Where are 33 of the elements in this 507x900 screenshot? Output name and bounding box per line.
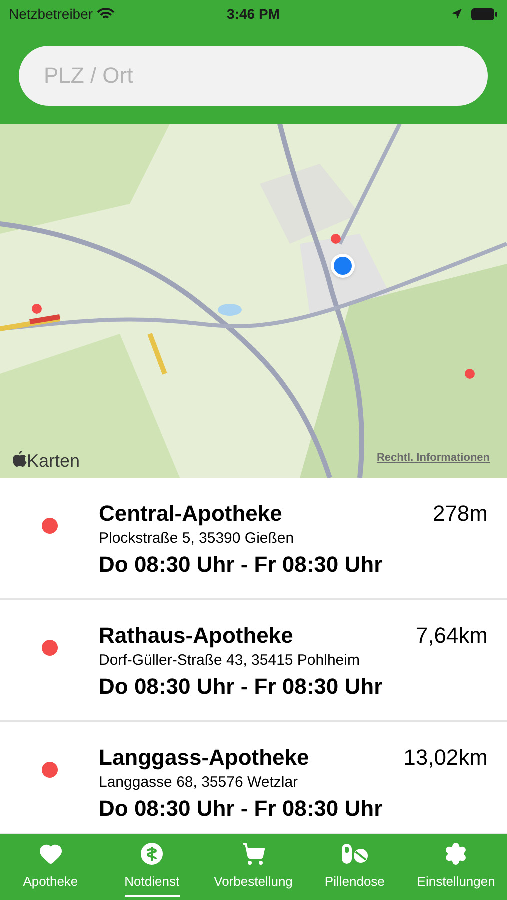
wifi-icon (97, 8, 116, 20)
pharmacy-address: Langgasse 68, 35576 Wetzlar (99, 773, 300, 793)
pharmacy-distance: 7,64km (416, 622, 488, 650)
tab-item[interactable]: Notdienst (124, 834, 180, 892)
search-field[interactable]: PLZ / Ort (19, 46, 488, 106)
pharmacy-distance: 13,02km (404, 744, 488, 772)
map-attribution: Karten (27, 452, 80, 470)
tab-item[interactable]: Vorbestellung (214, 834, 293, 892)
apple-icon (13, 451, 27, 467)
pills-icon (340, 842, 370, 866)
carrier-name: Netzbetreiber (9, 4, 94, 24)
tab-item[interactable]: Pillendose (324, 834, 385, 892)
tab-item[interactable]: Apotheke (23, 834, 78, 892)
map-view[interactable]: Karten Rechtl. Informationen (0, 124, 507, 478)
cart-icon (242, 842, 266, 866)
tab-item[interactable]: Einstellungen (417, 834, 496, 892)
battery-icon (471, 8, 498, 20)
opening-hours: Do 08:30 Uhr - Fr 08:30 Uhr (99, 551, 384, 579)
pharmacy-distance: 278m (432, 500, 488, 528)
opening-hours: Do 08:30 Uhr - Fr 08:30 Uhr (99, 673, 384, 701)
pharmacy-row[interactable]: Central-Apotheke 278m Plockstraße 5, 35390 Gießen Do 08:30 Uhr - Fr 08:30 Uhr (0, 478, 507, 600)
pharmacy-address: Dorf-Güller-Straße 43, 35415 Pohlheim (99, 651, 361, 671)
location-arrow-icon (451, 8, 464, 20)
pharmacy-name: Central-Apotheke (99, 500, 282, 528)
legal-link[interactable]: Rechtl. Informationen (376, 450, 490, 466)
caduceus-icon (140, 842, 164, 866)
heart-icon (38, 842, 63, 866)
pharmacy-name: Langgass-Apotheke (99, 744, 310, 772)
pharmacy-address: Plockstraße 5, 35390 Gießen (99, 529, 296, 549)
pharmacy-row[interactable]: Rathaus-Apotheke 7,64km Dorf-Güller-Straße 43, 35415 Pohlheim Do 08:30 Uhr - Fr 08:30 Uhr (0, 600, 507, 722)
status-time: 3:46 PM (227, 4, 280, 24)
opening-hours: Do 08:30 Uhr - Fr 08:30 Uhr (99, 795, 384, 823)
pharmacy-name: Rathaus-Apotheke (99, 622, 294, 650)
